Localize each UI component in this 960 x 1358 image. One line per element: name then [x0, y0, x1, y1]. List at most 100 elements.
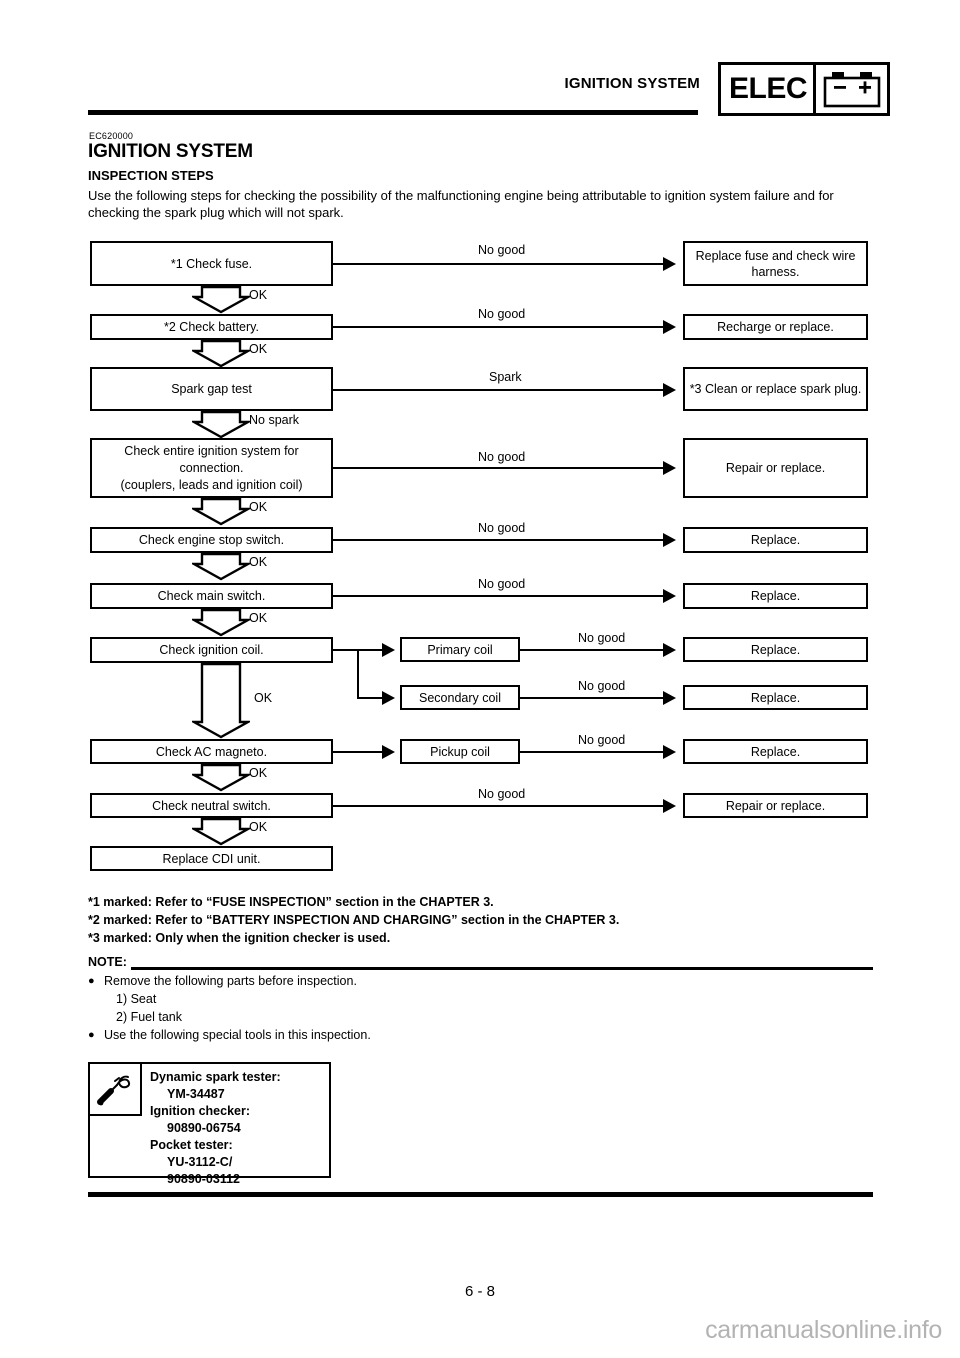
flow-blockarrow-3: [189, 410, 253, 444]
flow-node-primary-coil: Primary coil: [400, 637, 520, 662]
flow-blockarrow-5: [189, 552, 253, 586]
flow-edge-label-secondary-coil: No good: [578, 679, 626, 693]
flow-edge-check-main-switch: [333, 595, 663, 597]
flow-edge-primary-coil-result: [520, 649, 663, 651]
flow-blockarrow-1: [189, 285, 253, 319]
flow-arrowhead-check-ignition-connections: [663, 461, 676, 475]
tool-line-2: YM-34487: [167, 1087, 225, 1101]
note-bullet-2: ● Use the following special tools in thi…: [88, 1026, 371, 1044]
flow-result-check-neutral-switch: Repair or replace.: [683, 793, 868, 818]
flow-arrowhead-spark-gap-test: [663, 383, 676, 397]
bullet-icon: ●: [88, 975, 95, 987]
flow-edge-ac-magneto: [333, 751, 382, 753]
flow-node-check-battery: *2 Check battery.: [90, 314, 333, 340]
flow-node-spark-gap-test: Spark gap test: [90, 367, 333, 411]
flow-blockarrow-2: [189, 339, 253, 373]
flow-node-check-ignition-coil: Check ignition coil.: [90, 637, 333, 663]
flow-edge-check-ignition-connections: [333, 467, 663, 469]
flow-ok-label-1: OK: [249, 288, 268, 302]
flow-edge-secondary-coil: [357, 697, 382, 699]
flow-edge-primary-coil: [357, 649, 382, 651]
tool-line-4: 90890-06754: [167, 1121, 241, 1135]
flow-edge-label-check-ignition-connections: No good: [478, 450, 526, 464]
flow-node-line-3: (couplers, leads and ignition coil): [120, 477, 303, 492]
flow-result-primary-coil: Replace.: [683, 637, 868, 662]
flow-result-spark-gap-test: *3 Clean or replace spark plug.: [683, 367, 868, 411]
flow-result-check-engine-stop-switch: Replace.: [683, 527, 868, 553]
footnote-3: *3 marked: Only when the ignition checke…: [88, 931, 391, 945]
intro-paragraph: Use the following steps for checking the…: [88, 188, 834, 220]
tool-line-3: Ignition checker:: [150, 1104, 251, 1118]
note-bullet-1: ● Remove the following parts before insp…: [88, 972, 371, 990]
ec-reference-code: EC620000: [89, 131, 134, 141]
flow-node-secondary-coil: Secondary coil: [400, 685, 520, 710]
footnote-1: *1 marked: Refer to “FUSE INSPECTION” se…: [88, 895, 494, 909]
flow-ok-label-9: OK: [249, 820, 268, 834]
flow-blockarrow-8: [189, 763, 253, 797]
flow-edge-spark-gap-test: [333, 389, 663, 391]
special-tools-box: Dynamic spark tester: YM-34487 Ignition …: [88, 1062, 331, 1186]
flow-node-replace-cdi-unit: Replace CDI unit.: [90, 846, 333, 871]
flow-result-check-main-switch: Replace.: [683, 583, 868, 609]
flow-edge-label-primary-coil: No good: [578, 631, 626, 645]
flow-edge-ignition-coil-riser: [357, 649, 359, 698]
flow-edge-check-fuse: [333, 263, 663, 265]
page-title: IGNITION SYSTEM: [88, 141, 253, 162]
footnote-2: *2 marked: Refer to “BATTERY INSPECTION …: [88, 913, 620, 927]
note-heading: NOTE:: [88, 955, 127, 969]
flow-edge-check-battery: [333, 326, 663, 328]
flow-node-line-1: Check entire ignition system for: [124, 443, 299, 458]
flow-edge-pickup-coil-result: [520, 751, 663, 753]
page-number: 6 - 8: [464, 1283, 495, 1300]
flow-edge-check-neutral-switch: [333, 805, 663, 807]
flow-arrowhead-primary-coil-result: [663, 643, 676, 657]
flow-edge-label-check-fuse: No good: [478, 243, 526, 257]
special-tools-text: Dynamic spark tester: YM-34487 Ignition …: [150, 1069, 281, 1188]
battery-icon: [813, 65, 887, 113]
flow-blockarrow-6: [189, 608, 253, 642]
flow-ok-label-4: OK: [249, 500, 268, 514]
flow-arrowhead-pickup-coil-result: [663, 745, 676, 759]
flow-ok-label-2: OK: [249, 342, 268, 356]
flow-edge-label-pickup-coil: No good: [578, 733, 626, 747]
flow-node-check-main-switch: Check main switch.: [90, 583, 333, 609]
running-head-title: IGNITION SYSTEM: [564, 75, 700, 92]
flow-ok-label-7: OK: [254, 691, 273, 705]
flow-blockarrow-7-long: [189, 662, 253, 744]
flow-ok-label-6: OK: [249, 611, 268, 625]
header-divider: [88, 110, 698, 115]
flow-arrowhead-check-fuse: [663, 257, 676, 271]
flow-edge-label-check-battery: No good: [478, 307, 526, 321]
flow-edge-label-check-neutral-switch: No good: [478, 787, 526, 801]
note-bullet-2-text: Use the following special tools in this …: [104, 1028, 371, 1042]
flow-blockarrow-9: [189, 817, 253, 851]
flow-result-secondary-coil: Replace.: [683, 685, 868, 710]
flow-arrowhead-check-neutral-switch: [663, 799, 676, 813]
flow-ok-label-8: OK: [249, 766, 268, 780]
badge-label: ELEC: [729, 72, 808, 105]
flow-edge-check-engine-stop-switch: [333, 539, 663, 541]
flow-node-check-ignition-connections: Check entire ignition system for connect…: [90, 438, 333, 498]
footer-divider: [88, 1192, 873, 1197]
flow-ok-label-3: No spark: [249, 413, 300, 427]
flow-blockarrow-4: [189, 497, 253, 531]
flow-result-check-battery: Recharge or replace.: [683, 314, 868, 340]
flow-arrowhead-secondary-coil-result: [663, 691, 676, 705]
flow-arrowhead-pickup-coil: [382, 745, 395, 759]
flow-result-pickup-coil: Replace.: [683, 739, 868, 764]
flow-node-check-neutral-switch: Check neutral switch.: [90, 793, 333, 818]
tool-line-5: Pocket tester:: [150, 1138, 233, 1152]
flow-edge-label-check-main-switch: No good: [478, 577, 526, 591]
flow-node-line-2: connection.: [179, 460, 244, 475]
spark-tester-icon: [90, 1064, 142, 1116]
bullet-icon: ●: [88, 1029, 95, 1041]
flow-arrowhead-primary-coil: [382, 643, 395, 657]
flow-edge-label-spark-gap-test: Spark: [489, 370, 522, 384]
page-header: IGNITION SYSTEM ELEC: [0, 0, 960, 120]
watermark: carmanualsonline.info: [705, 1316, 942, 1344]
flow-node-check-ac-magneto: Check AC magneto.: [90, 739, 333, 764]
flow-arrowhead-check-main-switch: [663, 589, 676, 603]
flow-arrowhead-check-battery: [663, 320, 676, 334]
flow-node-check-fuse: *1 Check fuse.: [90, 241, 333, 286]
flow-edge-ignition-coil-trunk: [333, 649, 359, 651]
